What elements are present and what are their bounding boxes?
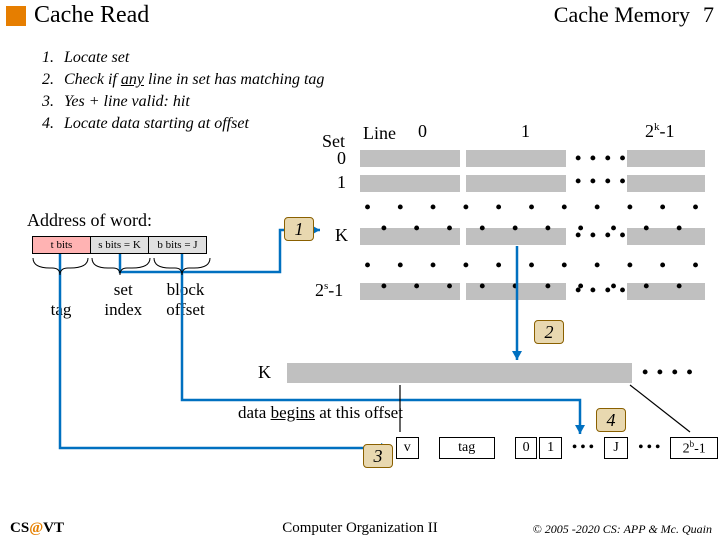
b-bits-cell: b bits = J <box>149 237 207 254</box>
s-bits-cell: s bits = K <box>91 237 149 254</box>
cache-line <box>627 175 705 192</box>
col-2k-1: 2k-1 <box>645 121 675 142</box>
step-marker-3: 3 <box>363 444 393 468</box>
cache-line <box>466 175 566 192</box>
line-label: Line <box>363 123 396 144</box>
ellipsis-icon: • • • • • • • • • • • • • • • • • • • • … <box>360 255 705 297</box>
slide-number: 7 <box>703 2 714 28</box>
steps-list: 1.Locate set 2.Check if any line in set … <box>40 46 326 136</box>
ellipsis-icon: • • • • <box>575 148 628 169</box>
ellipsis-icon: • • • • <box>642 362 695 383</box>
cache-line <box>627 150 705 167</box>
cache-line-detail: v tag 0 1 • • • J • • • 2b-1 <box>394 435 720 461</box>
ellipsis-icon: • • • • <box>575 171 628 192</box>
row-1: 1 <box>337 172 346 193</box>
step-marker-2: 2 <box>534 320 564 344</box>
step-marker-4: 4 <box>596 408 626 432</box>
address-field-labels: tag setindex blockoffset <box>32 280 215 320</box>
accent-square <box>6 6 26 26</box>
cache-line <box>360 150 460 167</box>
slide-title: Cache Read <box>34 2 149 29</box>
cache-line <box>466 150 566 167</box>
address-label: Address of word: <box>27 210 152 231</box>
col-0: 0 <box>418 121 427 142</box>
step-marker-1: 1 <box>284 217 314 241</box>
address-table: t bits s bits = K b bits = J <box>32 236 207 254</box>
k-line-label: K <box>258 362 271 383</box>
cache-line <box>360 175 460 192</box>
section-label: Cache Memory <box>554 2 690 28</box>
ellipsis-icon: • • • • • • • • • • • • • • • • • • • • … <box>360 197 705 239</box>
t-bits-cell: t bits <box>33 237 91 254</box>
row-0: 0 <box>337 148 346 169</box>
offset-note: data begins at this offset <box>238 403 403 423</box>
row-k: K <box>335 225 348 246</box>
row-2s-1: 2s-1 <box>315 280 343 301</box>
footer-right: © 2005 -2020 CS: APP & Mc. Quain <box>533 522 712 537</box>
selected-cache-line <box>287 363 632 383</box>
col-1: 1 <box>521 121 530 142</box>
